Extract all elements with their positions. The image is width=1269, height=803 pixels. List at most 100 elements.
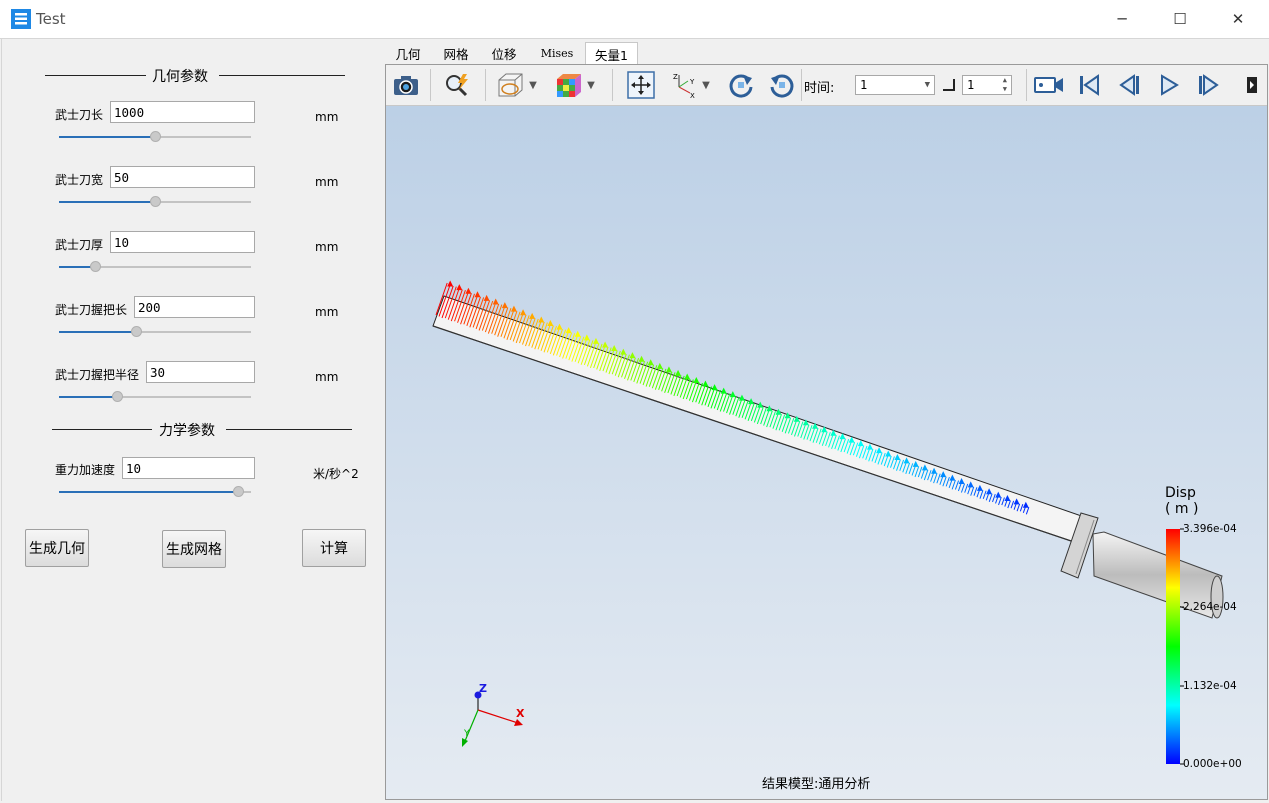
blade: [432, 295, 1097, 547]
fit-view-icon: [627, 71, 655, 99]
vector-arrowhead: [656, 362, 663, 369]
axis-triad: Z X Y: [462, 682, 525, 747]
toolbar-overflow-button[interactable]: [1241, 70, 1263, 100]
vector-arrowhead: [474, 291, 481, 298]
legend-tick: 2.264e-04: [1183, 601, 1237, 613]
axes-dropdown[interactable]: ▼: [699, 70, 713, 100]
grip-length-slider[interactable]: [59, 326, 251, 337]
length-slider[interactable]: [59, 131, 251, 142]
vector-arrowhead: [456, 284, 463, 291]
app-icon: [11, 9, 31, 29]
fit-view-button[interactable]: [626, 70, 656, 100]
vector-arrowhead: [629, 352, 636, 359]
vector-arrowhead: [529, 312, 536, 319]
vector-arrowhead: [611, 345, 618, 352]
param-label-thickness: 武士刀厚: [55, 238, 104, 252]
param-label-gravity: 重力加速度: [55, 463, 116, 477]
close-icon: ✕: [1231, 10, 1245, 28]
vector-arrowhead: [447, 280, 454, 287]
slider-handle[interactable]: [130, 326, 142, 337]
vector-arrowhead: [492, 298, 499, 305]
slider-handle[interactable]: [90, 261, 102, 272]
chevron-down-icon: ▼: [924, 80, 930, 90]
maximize-button[interactable]: ☐: [1151, 0, 1209, 38]
svg-text:Z: Z: [673, 73, 678, 81]
chevron-down-icon: ▼: [529, 79, 537, 91]
camera-icon: [394, 76, 418, 95]
tab-displacement[interactable]: 位移: [482, 42, 526, 64]
width-slider[interactable]: [59, 196, 251, 207]
legend-tick: 1.132e-04: [1183, 680, 1237, 692]
view-mode-button[interactable]: [496, 70, 526, 100]
minimize-button[interactable]: ─: [1093, 0, 1151, 38]
step-value: 1: [967, 78, 975, 92]
vector-arrowhead: [483, 294, 490, 301]
thickness-slider[interactable]: [59, 261, 251, 272]
rotate-ccw-button[interactable]: [767, 70, 797, 100]
vector-arrowhead: [720, 387, 727, 394]
param-label-width: 武士刀宽: [55, 173, 104, 187]
unit-label: mm: [315, 305, 339, 319]
grip-radius-input[interactable]: 30: [146, 361, 255, 383]
play-button[interactable]: [1154, 70, 1184, 100]
3d-viewport[interactable]: Z X Y Disp ( m ) 3.396e-04 2.264e-04 1.1…: [386, 106, 1267, 799]
close-button[interactable]: ✕: [1209, 0, 1267, 38]
prev-frame-button[interactable]: [1114, 70, 1144, 100]
unit-label: mm: [315, 240, 339, 254]
unit-label: mm: [315, 175, 339, 189]
color-dropdown[interactable]: ▼: [584, 70, 598, 100]
gravity-input[interactable]: 10: [122, 457, 255, 479]
grip-length-input[interactable]: 200: [134, 296, 255, 318]
compute-button[interactable]: 计算: [302, 529, 366, 567]
rotate-cw-button[interactable]: [726, 70, 756, 100]
vector-arrowhead: [711, 384, 718, 391]
toolbar-separator: [485, 69, 486, 101]
grip-radius-slider[interactable]: [59, 391, 251, 402]
slider-fill: [59, 331, 136, 333]
length-input[interactable]: 1000: [110, 101, 255, 123]
tab-vector1[interactable]: 矢量1: [585, 42, 638, 65]
color-legend: Disp ( m ) 3.396e-04 2.264e-04 1.132e-04…: [1165, 485, 1242, 770]
first-frame-icon: [1080, 74, 1099, 96]
record-button[interactable]: [1032, 70, 1066, 100]
thickness-input[interactable]: 10: [110, 231, 255, 253]
screenshot-button[interactable]: [391, 70, 421, 100]
vector-arrowhead: [465, 287, 472, 294]
minimize-icon: ─: [1117, 10, 1127, 28]
slider-handle[interactable]: [150, 196, 161, 207]
slider-handle[interactable]: [232, 486, 244, 497]
axes-icon: Z YX: [673, 73, 695, 99]
legend-title: Disp: [1165, 485, 1196, 501]
generate-geometry-button[interactable]: 生成几何: [25, 529, 89, 567]
slider-handle[interactable]: [111, 391, 123, 402]
step-spinbox[interactable]: 1 ▲ ▼: [962, 75, 1012, 95]
first-frame-button[interactable]: [1074, 70, 1104, 100]
tab-geometry[interactable]: 几何: [386, 42, 430, 64]
vector-arrowhead: [647, 359, 654, 366]
chevron-down-icon: ▼: [702, 79, 710, 91]
view-mode-dropdown[interactable]: ▼: [526, 70, 540, 100]
gravity-slider[interactable]: [59, 486, 251, 497]
tab-mesh[interactable]: 网格: [434, 42, 478, 64]
slider-handle[interactable]: [150, 131, 161, 142]
param-label-grip-radius: 武士刀握把半径: [55, 368, 140, 382]
width-input[interactable]: 50: [110, 166, 255, 188]
play-icon: [1161, 74, 1179, 96]
unit-label: mm: [315, 110, 339, 124]
slider-fill: [59, 491, 238, 493]
divider: [52, 429, 152, 430]
toolbar-separator: [612, 69, 613, 101]
time-select[interactable]: 1 ▼: [855, 75, 935, 95]
result-tabs: 几何 网格 位移 Mises 矢量1: [386, 39, 1268, 65]
axes-button[interactable]: Z YX: [669, 70, 699, 100]
slider-fill: [59, 201, 155, 203]
zoom-button[interactable]: [442, 70, 472, 100]
tab-mises[interactable]: Mises: [532, 42, 582, 64]
vector-arrowhead: [665, 366, 672, 373]
next-frame-button[interactable]: [1194, 70, 1224, 100]
vector-arrowhead: [520, 309, 527, 316]
vector-arrowhead: [620, 348, 627, 355]
color-cube-button[interactable]: [554, 70, 584, 100]
generate-mesh-button[interactable]: 生成网格: [162, 530, 226, 568]
vector-arrowhead: [547, 320, 554, 327]
